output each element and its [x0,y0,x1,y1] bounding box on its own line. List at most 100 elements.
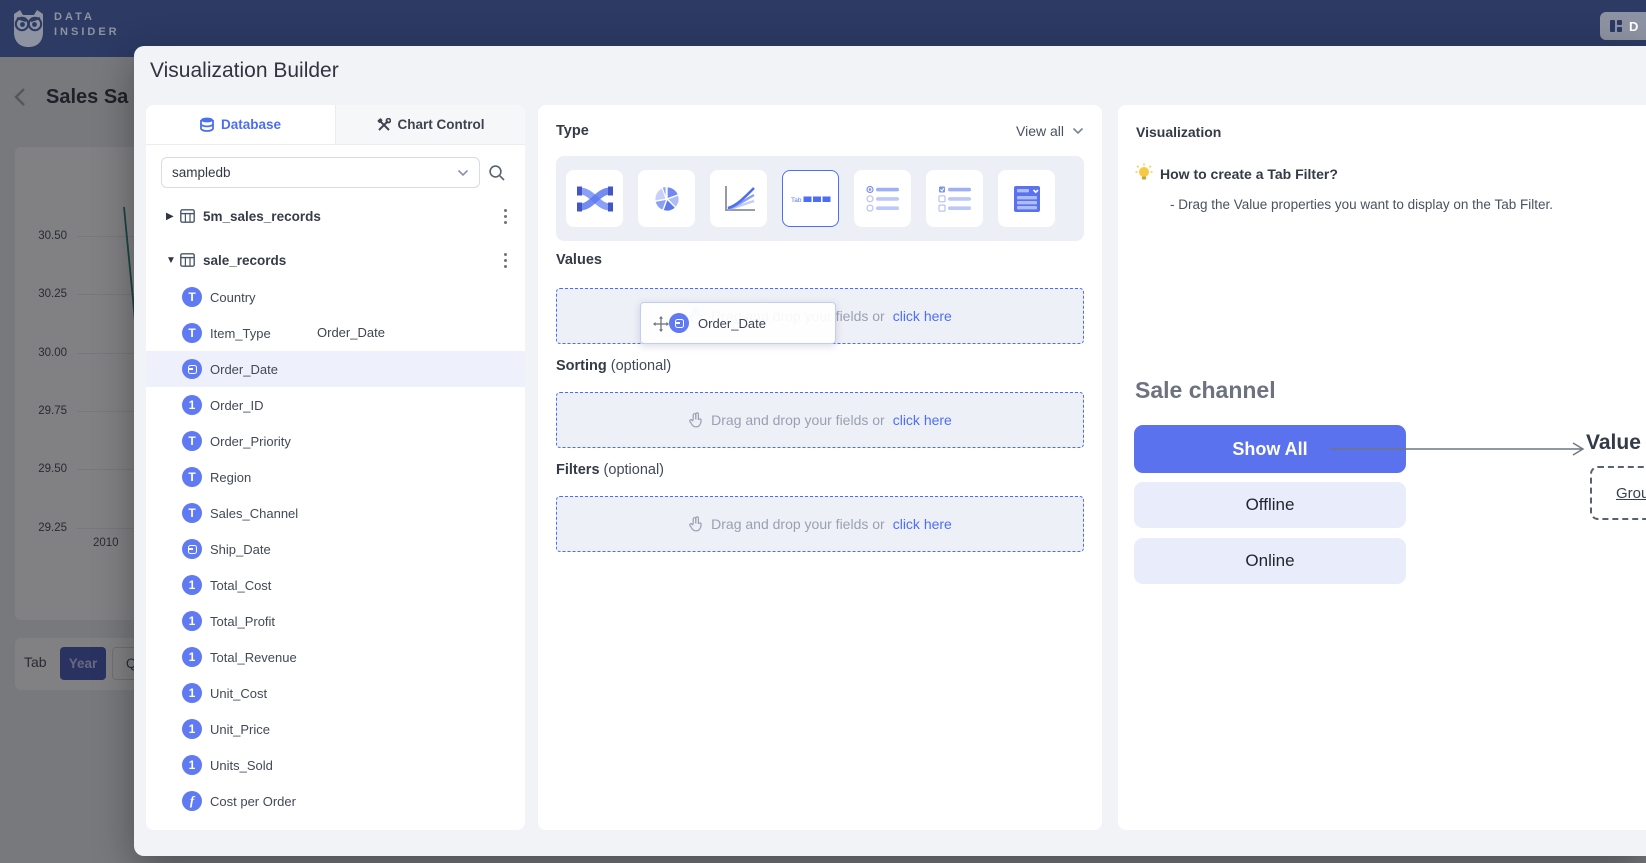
field-name: Cost per Order [210,794,296,809]
database-select[interactable]: sampledb [161,157,480,188]
radio-list-icon [865,185,901,213]
owl-logo-icon[interactable] [10,8,47,54]
drag-hand-icon [688,516,703,532]
table-menu-kebab-icon[interactable] [504,253,507,268]
field-row-cost-per-order[interactable]: f Cost per Order [146,783,525,819]
lightbulb-icon [1135,163,1153,183]
filter-button-offline[interactable]: Offline [1134,482,1406,528]
field-type-date-icon [669,313,689,333]
table-name: sale_records [203,253,286,268]
field-row-order-date[interactable]: Order_Date [146,351,525,387]
table-name: 5m_sales_records [203,209,321,224]
expand-caret-icon[interactable]: ▶ [166,211,180,222]
drag-chip-label: Order_Date [698,316,766,331]
field-name: Item_Type [210,326,271,341]
dropzone-hint: Drag and drop your fields or [711,412,885,428]
database-icon [200,117,214,132]
field-row-ship-date[interactable]: Ship_Date [146,531,525,567]
field-type-date-icon [182,359,202,379]
sorting-section-label: Sorting (optional) [556,358,671,374]
field-name: Sales_Channel [210,506,298,521]
chart-type-tab-filter[interactable]: Tab [782,170,839,227]
field-row-order-id[interactable]: 1 Order_ID [146,387,525,423]
field-row-order-priority[interactable]: T Order_Priority [146,423,525,459]
field-name: Unit_Cost [210,686,267,701]
database-panel: Database Chart Control sampledb [146,105,525,830]
field-row-total-cost[interactable]: 1 Total_Cost [146,567,525,603]
chart-type-radio-list[interactable] [854,170,911,227]
collapse-caret-icon[interactable]: ▼ [166,255,180,266]
view-all-label: View all [1016,123,1064,139]
field-type-number-icon: 1 [182,575,202,595]
field-name: Total_Profit [210,614,275,629]
brand-line-2: INSIDER [54,25,120,40]
field-name: Order_ID [210,398,263,413]
tab-database[interactable]: Database [146,105,335,144]
dragging-field-chip[interactable]: Order_Date [640,302,836,344]
drag-hand-icon [688,412,703,428]
section-label-text: Values [556,252,602,268]
field-type-text-icon: T [182,503,202,523]
chart-type-dropdown[interactable] [998,170,1055,227]
field-row-region[interactable]: T Region [146,459,525,495]
field-name: Units_Sold [210,758,273,773]
field-type-text-icon: T [182,323,202,343]
dashboard-button-label: D [1629,19,1638,34]
chevron-down-icon [457,169,469,177]
section-optional-text: (optional) [611,358,671,374]
view-all-button[interactable]: View all [1016,123,1084,139]
field-row-sales-channel[interactable]: T Sales_Channel [146,495,525,531]
preview-title: Sale channel [1135,377,1276,404]
field-row-total-revenue[interactable]: 1 Total_Revenue [146,639,525,675]
field-row-total-profit[interactable]: 1 Total_Profit [146,603,525,639]
section-label-text: Sorting [556,358,607,374]
field-type-text-icon: T [182,431,202,451]
annotation-group-box[interactable]: Group [1590,466,1646,520]
visualization-panel: Visualization How to create a Tab Filter… [1118,105,1646,830]
filters-dropzone[interactable]: Drag and drop your fields or click here [556,496,1084,552]
checkbox-list-icon [937,185,973,213]
field-type-text-icon: T [182,287,202,307]
field-row-unit-price[interactable]: 1 Unit_Price [146,711,525,747]
panel-tabs: Database Chart Control [146,105,525,145]
dropzone-click-here-link[interactable]: click here [893,516,952,532]
move-icon [653,316,669,332]
sorting-dropzone[interactable]: Drag and drop your fields or click here [556,392,1084,448]
field-row-unit-cost[interactable]: 1 Unit_Cost [146,675,525,711]
chart-type-strip: Tab [556,156,1084,241]
modal-title: Visualization Builder [150,59,339,83]
chart-type-pie[interactable] [638,170,695,227]
field-type-number-icon: 1 [182,683,202,703]
annotation-arrow [1330,441,1592,457]
filter-button-online[interactable]: Online [1134,538,1406,584]
tools-icon [377,118,391,132]
field-name: Total_Cost [210,578,271,593]
type-section-title: Type [556,123,589,139]
type-panel: Type View all [538,105,1102,830]
tab-chart-control[interactable]: Chart Control [335,105,525,144]
table-row-sale-records[interactable]: ▼ sale_records [146,242,525,278]
field-type-number-icon: 1 [182,611,202,631]
field-type-number-icon: 1 [182,755,202,775]
dropzone-click-here-link[interactable]: click here [893,308,952,324]
search-icon[interactable] [488,164,506,187]
section-optional-text: (optional) [604,462,664,478]
chart-type-sankey[interactable] [566,170,623,227]
field-type-number-icon: 1 [182,719,202,739]
tab-database-label: Database [221,117,281,132]
chevron-down-icon [1072,127,1084,135]
chart-type-line[interactable] [710,170,767,227]
field-name: Total_Revenue [210,650,297,665]
values-section-label: Values [556,252,602,268]
dashboard-button[interactable]: D [1600,12,1646,40]
table-menu-kebab-icon[interactable] [504,209,507,224]
section-label-text: Filters [556,462,600,478]
field-name: Order_Priority [210,434,291,449]
dropzone-click-here-link[interactable]: click here [893,412,952,428]
field-row-units-sold[interactable]: 1 Units_Sold [146,747,525,783]
field-row-country[interactable]: T Country [146,279,525,315]
field-name: Unit_Price [210,722,270,737]
chart-type-checkbox-list[interactable] [926,170,983,227]
table-row-5m-sales-records[interactable]: ▶ 5m_sales_records [146,198,525,234]
tip-body: - Drag the Value properties you want to … [1170,197,1553,212]
